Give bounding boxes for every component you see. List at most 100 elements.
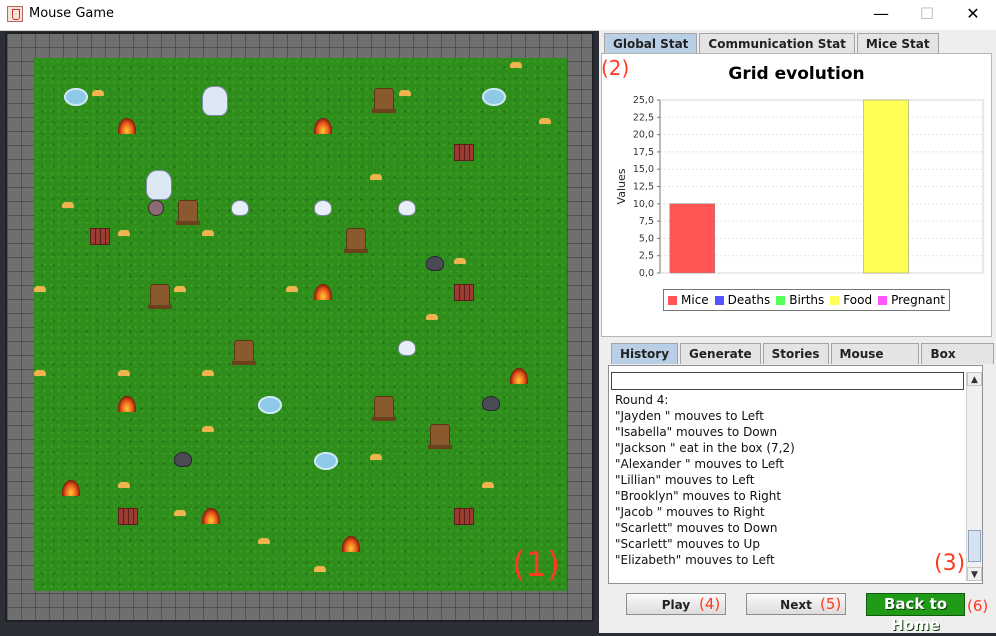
stump-icon [372, 396, 396, 421]
y-tick-label: 7,5 [639, 216, 654, 227]
cheese-icon [399, 90, 411, 96]
legend-label: Mice [681, 293, 709, 307]
cheese-icon [202, 230, 214, 236]
ghost-icon [258, 396, 282, 414]
box-icon [454, 284, 474, 301]
ghost-icon [64, 88, 88, 106]
fire-icon [62, 480, 80, 496]
fire-icon [314, 284, 332, 300]
annotation-2: (2) [601, 56, 630, 80]
cheese-icon [454, 258, 466, 264]
stump-icon [176, 200, 200, 225]
scroll-up-icon[interactable]: ▲ [967, 372, 982, 386]
mouse-icon [426, 256, 444, 271]
y-tick-label: 10,0 [633, 199, 654, 210]
tab-box-infos[interactable]: Box Infos [921, 343, 994, 381]
history-line: "Scarlett" mouves to Up [615, 537, 760, 551]
y-tick-label: 22,5 [633, 112, 654, 123]
legend-label: Food [843, 293, 873, 307]
stump-icon [372, 88, 396, 113]
tab-mouse-infos[interactable]: Mouse Infos [830, 343, 920, 381]
cheese-icon [370, 174, 382, 180]
mouse-icon [174, 452, 192, 467]
cheese-icon [510, 62, 522, 68]
cheese-icon [202, 426, 214, 432]
cheese-icon [174, 286, 186, 292]
cheese-icon [426, 314, 438, 320]
y-tick-label: 5,0 [639, 233, 654, 244]
fire-icon [202, 508, 220, 524]
cheese-icon [118, 482, 130, 488]
annotation-4: (4) [699, 595, 721, 613]
tab-mice-stat[interactable]: Mice Stat [856, 33, 939, 54]
back-to-home-button[interactable]: Back to Home [866, 593, 965, 634]
legend-item-mice: Mice [668, 293, 709, 307]
tab-global-stat[interactable]: Global Stat [604, 33, 698, 54]
fire-icon [314, 118, 332, 134]
history-panel: Round 4: "Jayden " mouves to Left "Isabell… [608, 365, 983, 584]
global-stat-panel: Grid evolution 0,0 2,5 5,0 7,5 10,0 12,5 15,0 1… [601, 53, 992, 337]
history-line: "Jackson " eat in the box (7,2) [615, 441, 795, 455]
history-line: "Brooklyn" mouves to Right [615, 489, 782, 503]
cheese-icon [202, 370, 214, 376]
mice-stack-icon [202, 86, 228, 116]
close-button[interactable]: ✕ [950, 0, 996, 30]
legend-item-pregnant: Pregnant [878, 293, 945, 307]
annotation-3: (3) [934, 551, 966, 576]
fire-icon [342, 536, 360, 552]
tab-stories[interactable]: Stories [762, 343, 829, 364]
y-axis-label: Values [615, 168, 628, 204]
maximize-button[interactable]: ☐ [904, 0, 950, 30]
legend-item-deaths: Deaths [714, 293, 771, 307]
stump-icon [232, 340, 256, 365]
scroll-down-icon[interactable]: ▼ [967, 567, 982, 581]
java-icon [7, 6, 23, 22]
cheese-icon [174, 510, 186, 516]
cheese-icon [539, 118, 551, 124]
history-log: Round 4: "Jayden " mouves to Left "Isabell… [615, 392, 795, 568]
box-icon [90, 228, 110, 245]
tab-history[interactable]: History [611, 343, 679, 364]
legend-label: Pregnant [891, 293, 946, 307]
cheese-icon [118, 230, 130, 236]
stump-icon [344, 228, 368, 253]
history-line: "Jacob " mouves to Right [615, 505, 765, 519]
y-tick-label: 17,5 [633, 147, 654, 158]
annotation-5: (5) [820, 595, 842, 613]
y-tick-label: 25,0 [633, 95, 654, 106]
mouse-icon [398, 340, 416, 356]
annotation-6: (6) [967, 597, 989, 615]
game-grid[interactable] [34, 58, 567, 591]
legend-label: Births [789, 293, 825, 307]
cheese-icon [370, 454, 382, 460]
y-tick-label: 0,0 [639, 268, 654, 279]
title-bar: Mouse Game — ☐ ✕ [0, 0, 996, 31]
mouse-icon [398, 200, 416, 216]
mice-stack-icon [146, 170, 172, 200]
history-tabs: History Generate Stories Mouse Infos Box… [611, 343, 996, 381]
history-line: "Lillian" mouves to Left [615, 473, 755, 487]
box-icon [118, 508, 138, 525]
mouse-icon [482, 396, 500, 411]
tab-generate[interactable]: Generate [680, 343, 761, 364]
history-scrollbar[interactable]: ▲ ▼ [966, 372, 982, 581]
history-line: "Isabella" mouves to Down [615, 425, 778, 439]
fire-icon [118, 118, 136, 134]
legend-item-births: Births [776, 293, 824, 307]
fire-icon [118, 396, 136, 412]
bar-food [863, 99, 909, 274]
minimize-button[interactable]: — [858, 0, 904, 30]
ghost-icon [482, 88, 506, 106]
stump-icon [148, 284, 172, 309]
mouse-icon [314, 200, 332, 216]
history-line: "Jayden " mouves to Left [615, 409, 764, 423]
chart-legend: Mice Deaths Births Food Pregnant [663, 289, 951, 311]
scroll-thumb[interactable] [968, 530, 981, 562]
legend-label: Deaths [727, 293, 771, 307]
y-tick-label: 12,5 [633, 182, 654, 193]
tab-communication-stat[interactable]: Communication Stat [699, 33, 855, 54]
cheese-icon [118, 370, 130, 376]
history-line: "Scarlett" mouves to Down [615, 521, 778, 535]
history-line: "Alexander " mouves to Left [615, 457, 785, 471]
annotation-1: (1) [512, 545, 561, 585]
